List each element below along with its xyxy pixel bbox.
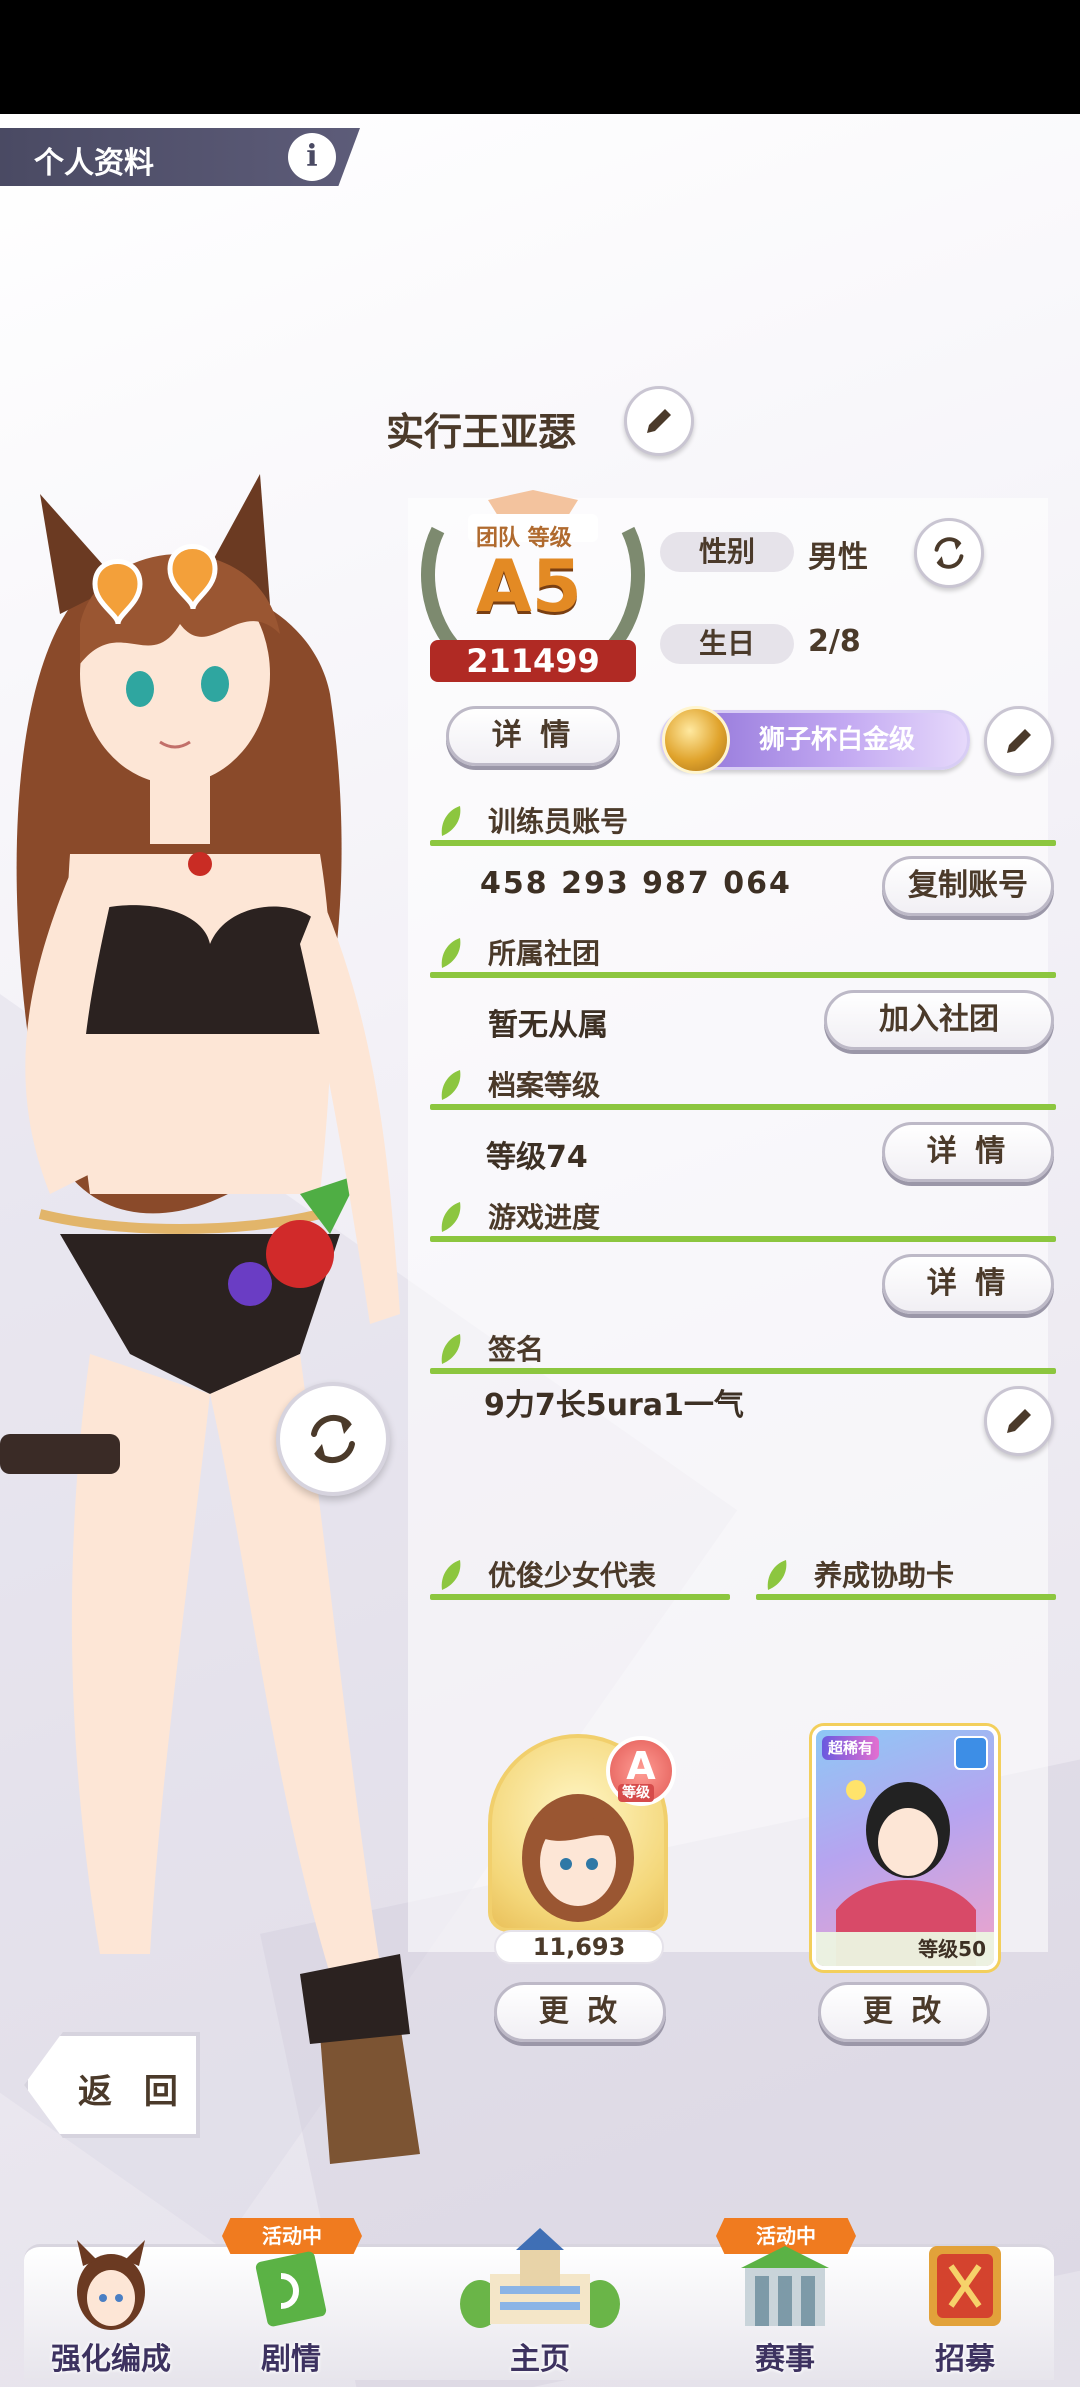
carrot-leaf-icon <box>767 1560 787 1590</box>
gender-value: 男性 <box>808 540 868 575</box>
copy-account-button[interactable]: 复制账号 <box>882 856 1054 916</box>
trainer-name: 实行王亚瑟 <box>386 410 577 454</box>
nav-item-enhance[interactable]: 强化编成 <box>26 2224 196 2384</box>
representative-score: 11,693 <box>494 1930 664 1964</box>
gender-label: 性别 <box>660 532 794 572</box>
profile-level-value: 等级74 <box>486 1140 588 1175</box>
story-book-icon <box>255 2251 327 2327</box>
change-support-card-button[interactable]: 更 改 <box>818 1982 990 2042</box>
card-rarity-badge: 超稀有 <box>822 1736 880 1760</box>
gacha-door-icon <box>929 2246 1001 2326</box>
nav-item-home[interactable]: 主页 <box>430 2224 650 2384</box>
pencil-icon <box>1007 1409 1031 1433</box>
nav-item-race[interactable]: 赛事 <box>700 2224 870 2384</box>
carrot-leaf-icon <box>441 1202 461 1232</box>
card-level: 等级50 <box>816 1932 994 1966</box>
rank-value: A5 <box>476 544 582 628</box>
carrot-leaf-icon <box>441 938 461 968</box>
change-character-button[interactable] <box>276 1382 390 1496</box>
edit-title-button[interactable] <box>984 706 1054 776</box>
edit-signature-button[interactable] <box>984 1386 1054 1456</box>
support-card[interactable]: 超稀有 等级50 <box>812 1726 998 1970</box>
birthday-value: 2/8 <box>808 624 861 659</box>
section-club-header: 所属社团 <box>430 932 1056 978</box>
carrot-leaf-icon <box>441 806 461 836</box>
section-account-header: 训练员账号 <box>430 800 1056 846</box>
account-number: 458 293 987 064 <box>480 866 792 901</box>
race-gate-icon <box>741 2246 829 2326</box>
character-illustration <box>0 474 420 2164</box>
pencil-icon <box>1007 729 1031 753</box>
nav-item-gacha[interactable]: 招募 <box>880 2224 1050 2384</box>
representative-rank-badge: A 等级 <box>606 1736 676 1806</box>
page-title: 个人资料 <box>34 146 154 181</box>
section-level-header: 档案等级 <box>430 1064 1056 1110</box>
level-details-button[interactable]: 详 情 <box>882 1122 1054 1182</box>
section-progress-header: 游戏进度 <box>430 1196 1056 1242</box>
trophy-medal-icon <box>662 706 730 774</box>
rank-score: 211499 <box>466 642 600 680</box>
back-button-label: 返 回 <box>78 2072 188 2112</box>
card-type-icon <box>954 1736 988 1770</box>
birthday-label: 生日 <box>660 624 794 664</box>
pencil-icon <box>647 409 671 433</box>
section-representative-header: 优俊少女代表 <box>430 1554 730 1600</box>
profile-screen: 个人资料 i 实行王亚瑟 团队 等级 A5 211499 性别 男性 生日 2/… <box>0 114 1080 2387</box>
progress-details-button[interactable]: 详 情 <box>882 1254 1054 1314</box>
swap-icon <box>934 537 964 569</box>
info-icon[interactable]: i <box>288 133 336 181</box>
swap-icon <box>311 1414 355 1464</box>
header-tab: 个人资料 i <box>0 128 360 186</box>
horse-girl-portrait-icon <box>77 2240 145 2330</box>
change-gender-button[interactable] <box>914 518 984 588</box>
section-signature-header: 签名 <box>430 1328 1056 1374</box>
club-status: 暂无从属 <box>488 1008 608 1043</box>
nav-item-story[interactable]: 剧情 <box>206 2224 376 2384</box>
rank-details-button[interactable]: 详 情 <box>446 706 620 766</box>
status-bar <box>0 0 1080 114</box>
carrot-leaf-icon <box>441 1070 461 1100</box>
school-building-icon <box>460 2228 620 2328</box>
carrot-leaf-icon <box>441 1560 461 1590</box>
edit-name-button[interactable] <box>624 386 694 456</box>
carrot-leaf-icon <box>441 1334 461 1364</box>
signature-text: 9力7长5ura1一气 <box>484 1388 744 1423</box>
section-support-card-header: 养成协助卡 <box>756 1554 1056 1600</box>
join-club-button[interactable]: 加入社团 <box>824 990 1054 1050</box>
change-representative-button[interactable]: 更 改 <box>494 1982 666 2042</box>
